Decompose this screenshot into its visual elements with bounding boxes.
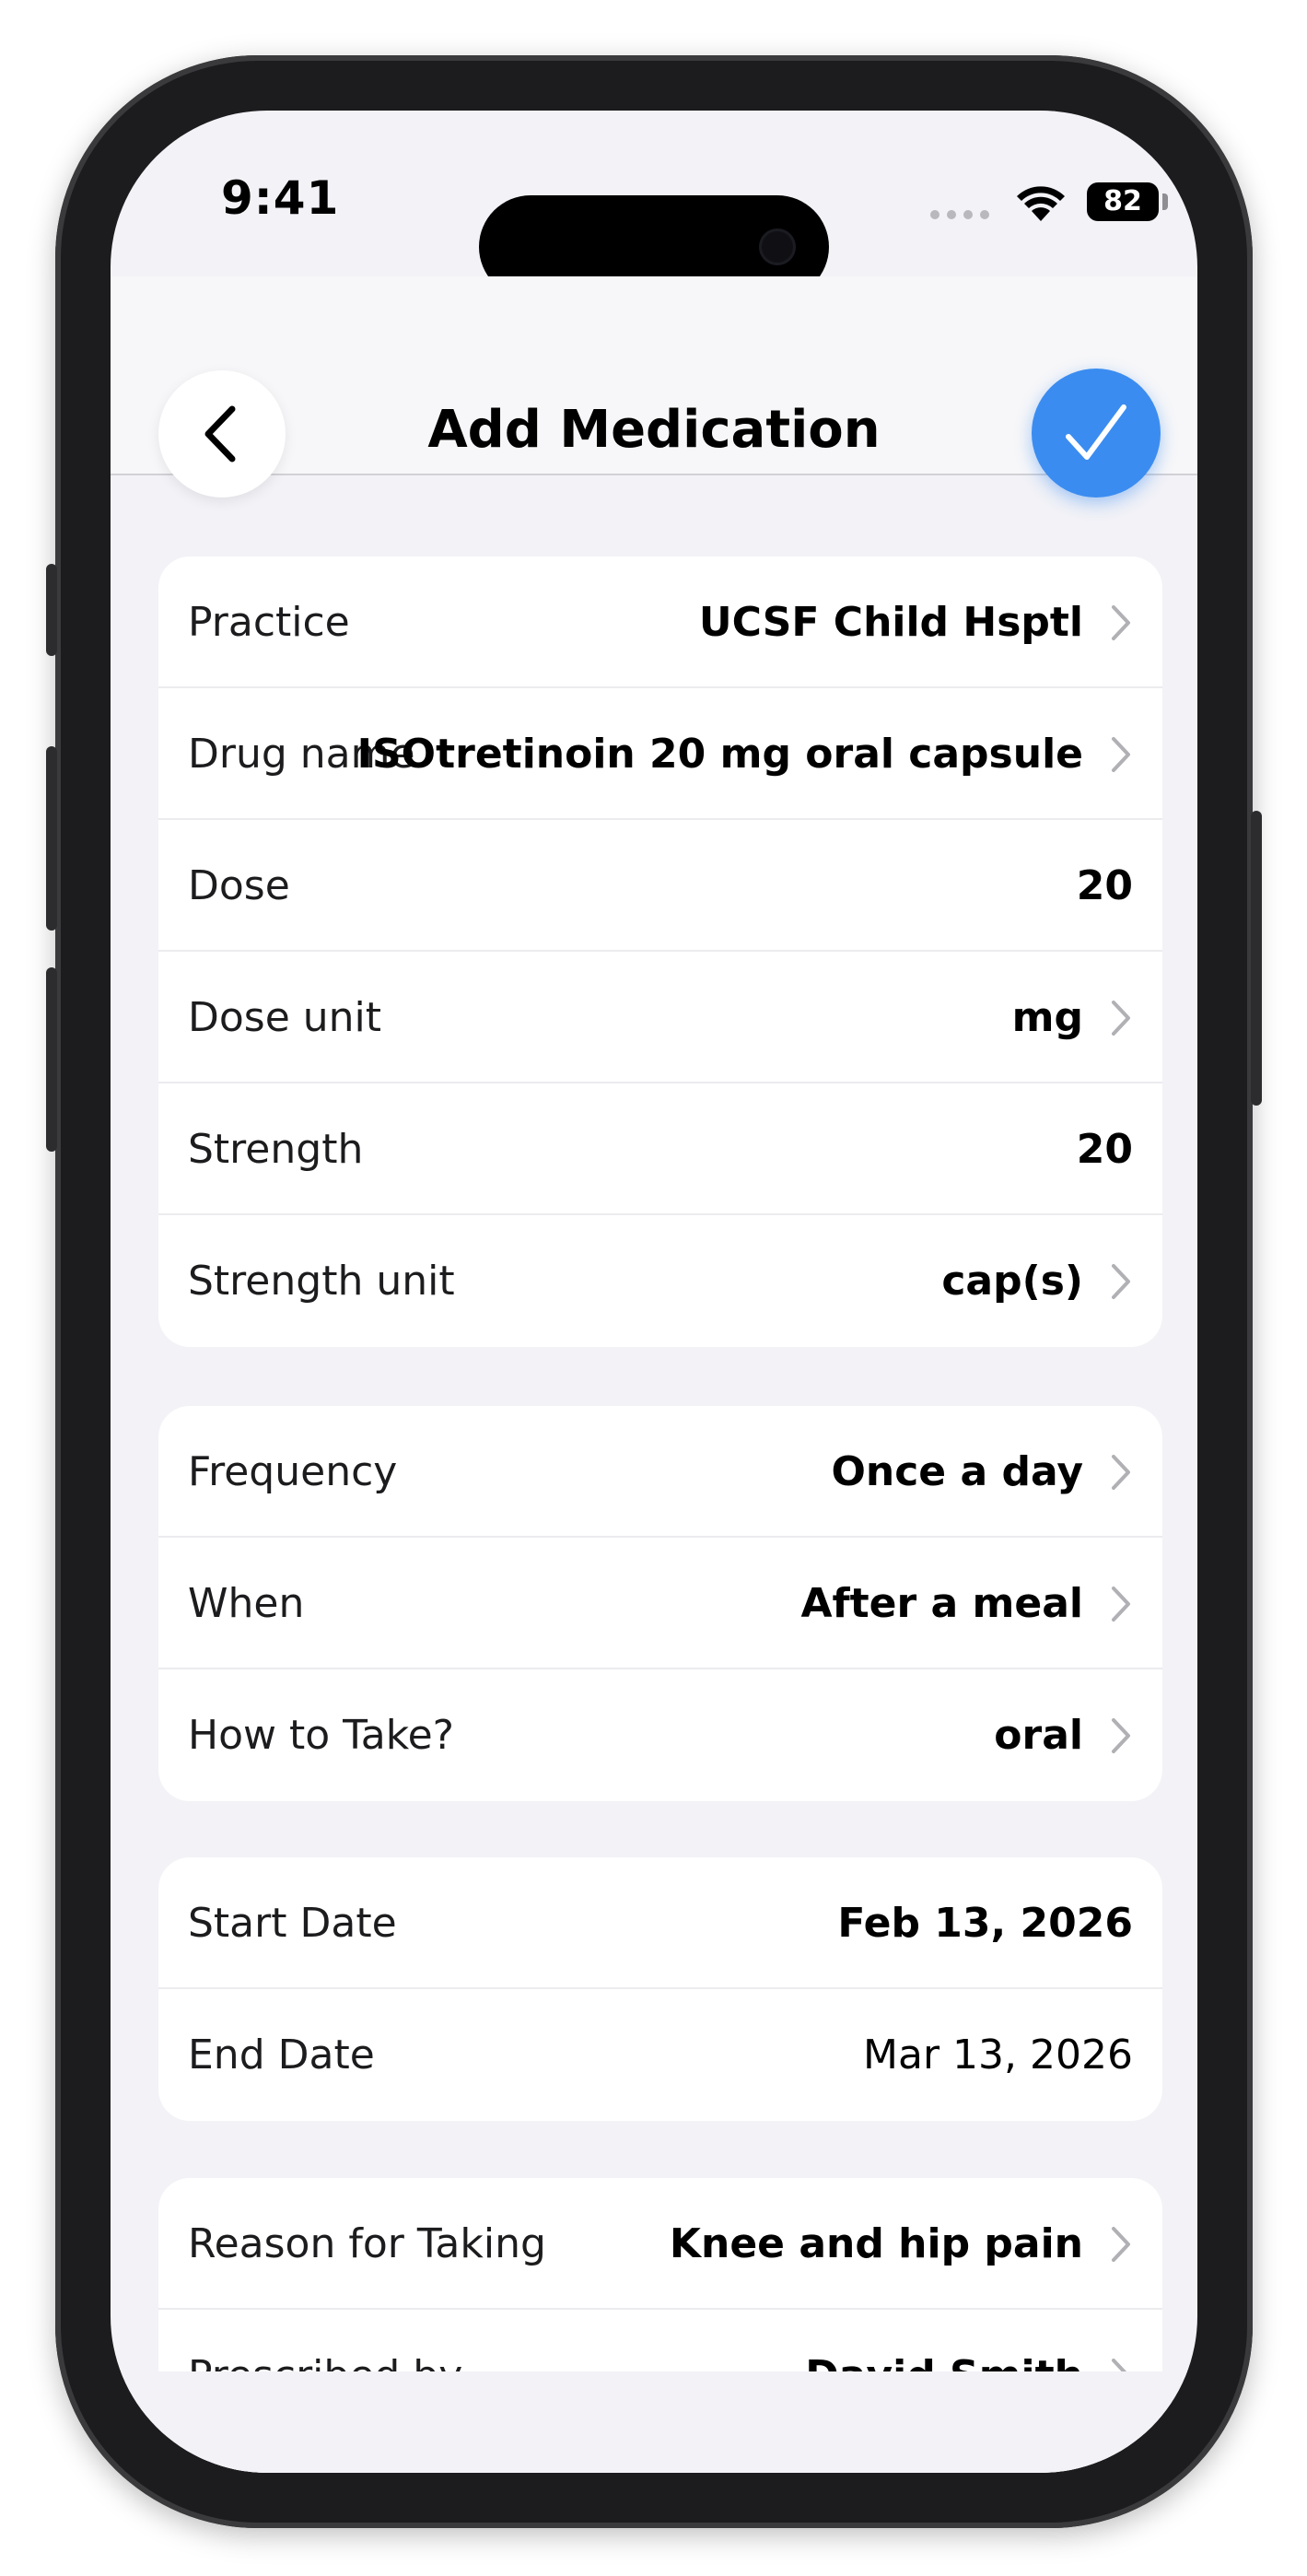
- cellular-signal-icon: [930, 210, 989, 219]
- checkmark-icon: [1066, 404, 1126, 460]
- end-date-row[interactable]: End Date Mar 13, 2026: [158, 1989, 1162, 2121]
- row-label: Strength unit: [188, 1258, 455, 1305]
- chevron-right-icon: [1112, 737, 1130, 772]
- screen: 9:41 82 Add Medication Practice UCSF Chi…: [111, 111, 1197, 2473]
- row-value: cap(s): [941, 1258, 1083, 1305]
- home-indicator-area: [111, 2371, 1197, 2473]
- row-label: Practice: [188, 599, 350, 646]
- status-bar: 9:41 82: [111, 111, 1197, 299]
- row-value: ISOtretinoin 20 mg oral capsule: [356, 731, 1083, 778]
- chevron-right-icon: [1112, 1001, 1130, 1036]
- medication-details-group: Practice UCSF Child Hsptl Drug name ISOt…: [158, 556, 1162, 1347]
- battery-icon: 82: [1087, 182, 1159, 221]
- row-value: Mar 13, 2026: [863, 2032, 1133, 2078]
- camera-icon: [759, 228, 796, 265]
- navigation-bar: Add Medication: [111, 276, 1197, 498]
- row-value: oral: [994, 1712, 1083, 1759]
- dates-group: Start Date Feb 13, 2026 End Date Mar 13,…: [158, 1857, 1162, 2121]
- row-label: Strength: [188, 1126, 364, 1173]
- chevron-right-icon: [1112, 1718, 1130, 1753]
- chevron-right-icon: [1112, 1264, 1130, 1299]
- dose-row[interactable]: Dose 20: [158, 820, 1162, 952]
- action-button: [46, 564, 57, 656]
- row-label: End Date: [188, 2032, 375, 2078]
- row-value: After a meal: [800, 1580, 1083, 1627]
- reason-row[interactable]: Reason for Taking Knee and hip pain: [158, 2178, 1162, 2310]
- how-to-take-row[interactable]: How to Take? oral: [158, 1669, 1162, 1801]
- chevron-right-icon: [1112, 1587, 1130, 1622]
- chevron-right-icon: [1112, 1455, 1130, 1490]
- form-content: Practice UCSF Child Hsptl Drug name ISOt…: [111, 475, 1197, 2473]
- row-label: Dose unit: [188, 994, 382, 1041]
- schedule-group: Frequency Once a day When After a meal H…: [158, 1406, 1162, 1801]
- row-label: How to Take?: [188, 1712, 455, 1759]
- row-value: mg: [1011, 994, 1083, 1041]
- row-value: Once a day: [831, 1448, 1084, 1495]
- row-label: Dose: [188, 862, 290, 909]
- wifi-icon: [1017, 186, 1065, 221]
- volume-down-button: [46, 967, 57, 1152]
- dose-unit-row[interactable]: Dose unit mg: [158, 952, 1162, 1083]
- strength-unit-row[interactable]: Strength unit cap(s): [158, 1215, 1162, 1347]
- practice-row[interactable]: Practice UCSF Child Hsptl: [158, 556, 1162, 688]
- chevron-right-icon: [1112, 2227, 1130, 2262]
- row-label: Reason for Taking: [188, 2220, 546, 2267]
- row-value: 20: [1076, 862, 1133, 909]
- phone-frame: 9:41 82 Add Medication Practice UCSF Chi…: [46, 55, 1262, 2528]
- row-value: Feb 13, 2026: [837, 1900, 1133, 1947]
- chevron-right-icon: [1112, 605, 1130, 640]
- row-value: Knee and hip pain: [669, 2220, 1083, 2267]
- frequency-row[interactable]: Frequency Once a day: [158, 1406, 1162, 1538]
- row-value: UCSF Child Hsptl: [698, 599, 1083, 646]
- when-row[interactable]: When After a meal: [158, 1538, 1162, 1669]
- volume-up-button: [46, 746, 57, 931]
- row-label: When: [188, 1580, 305, 1627]
- strength-row[interactable]: Strength 20: [158, 1083, 1162, 1215]
- power-button: [1251, 811, 1262, 1106]
- battery-tip: [1162, 193, 1168, 210]
- start-date-row[interactable]: Start Date Feb 13, 2026: [158, 1857, 1162, 1989]
- row-label: Start Date: [188, 1900, 397, 1947]
- row-value: 20: [1076, 1126, 1133, 1173]
- row-label: Frequency: [188, 1448, 398, 1495]
- drug-name-row[interactable]: Drug name ISOtretinoin 20 mg oral capsul…: [158, 688, 1162, 820]
- status-time: 9:41: [221, 171, 340, 225]
